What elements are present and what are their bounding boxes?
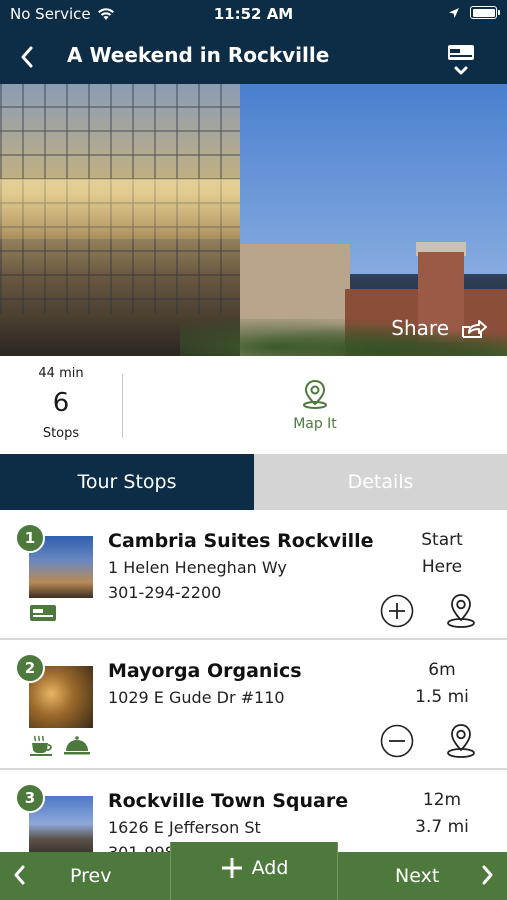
ticket-menu-button[interactable] [445, 40, 477, 80]
stop-time: Start [421, 530, 463, 550]
stop-category-icons [29, 604, 57, 622]
stop-distance: Here [421, 557, 463, 577]
stop-category-icons [29, 734, 91, 756]
next-button[interactable]: Next [339, 852, 507, 900]
stop-name: Rockville Town Square [108, 790, 349, 812]
tour-stats: 44 min 6 Stops Map It [0, 356, 507, 454]
food-cloche-icon [64, 736, 90, 755]
stop-distance: 1.5 mi [415, 687, 469, 707]
map-it-button[interactable]: Map It [270, 378, 360, 432]
ticket-dropdown-icon [448, 45, 474, 75]
coffee-cup-icon [30, 735, 52, 756]
stop-name: Cambria Suites Rockville [108, 530, 374, 552]
location-arrow-icon [449, 7, 459, 18]
share-label: Share [391, 316, 449, 340]
stop-address: 1626 E Jefferson St [108, 818, 261, 837]
add-button-content: Add [171, 856, 337, 880]
map-pin-icon [303, 379, 327, 409]
tour-duration: 44 min [38, 366, 84, 381]
back-button[interactable] [10, 40, 44, 74]
tab-bar: Tour Stops Details [0, 454, 507, 510]
stop-count-label: Stops [42, 426, 80, 441]
list-item[interactable]: 1 Cambria Suites Rockville 1 Helen Heneg… [0, 510, 507, 640]
hero-building-glow [0, 179, 240, 239]
add-label: Add [251, 857, 289, 879]
share-icon [462, 320, 487, 338]
tab-details[interactable]: Details [254, 454, 507, 510]
page-title: A Weekend in Rockville [67, 43, 330, 67]
map-pin-icon[interactable] [444, 592, 478, 630]
status-right [448, 6, 500, 19]
stop-number-badge: 3 [15, 783, 45, 813]
next-label: Next [395, 865, 440, 887]
list-item[interactable]: 3 Rockville Town Square 1626 E Jefferson… [0, 770, 507, 853]
stop-time: 12m [422, 790, 462, 810]
add-stop-button[interactable] [380, 594, 414, 628]
chevron-left-icon [14, 865, 25, 885]
hero-image: Share [0, 84, 507, 356]
map-pin-icon[interactable] [444, 722, 478, 760]
map-it-label: Map It [293, 416, 337, 432]
stop-distance: 3.7 mi [415, 817, 469, 837]
stop-number-badge: 2 [15, 653, 45, 683]
stop-address: 1 Helen Heneghan Wy [108, 558, 287, 577]
stop-number-badge: 1 [15, 523, 45, 553]
tour-stop-list: 1 Cambria Suites Rockville 1 Helen Heneg… [0, 510, 507, 853]
stop-count: 6 [52, 388, 70, 418]
status-bar: No Service 11:52 AM [0, 0, 507, 30]
stop-time: 6m [428, 660, 456, 680]
stop-name: Mayorga Organics [108, 660, 302, 682]
tab-tour-stops[interactable]: Tour Stops [0, 454, 254, 510]
stop-phone[interactable]: 301-294-2200 [108, 583, 221, 602]
remove-stop-button[interactable] [380, 724, 414, 758]
share-button[interactable]: Share [391, 316, 487, 340]
nav-bar: A Weekend in Rockville [0, 30, 507, 84]
plus-icon [221, 858, 242, 878]
stats-divider [122, 374, 123, 438]
battery-icon [470, 6, 500, 19]
prev-button[interactable]: Prev [0, 852, 168, 900]
chevron-right-icon [482, 865, 493, 885]
ticket-icon [30, 605, 56, 621]
prev-label: Prev [70, 865, 112, 887]
stop-address: 1029 E Gude Dr #110 [108, 688, 285, 707]
add-button[interactable]: Add [170, 842, 338, 900]
chevron-left-icon [21, 46, 33, 68]
list-item[interactable]: 2 Mayorga Organics 1029 E Gude Dr #110 6… [0, 640, 507, 770]
status-time: 11:52 AM [213, 5, 294, 23]
